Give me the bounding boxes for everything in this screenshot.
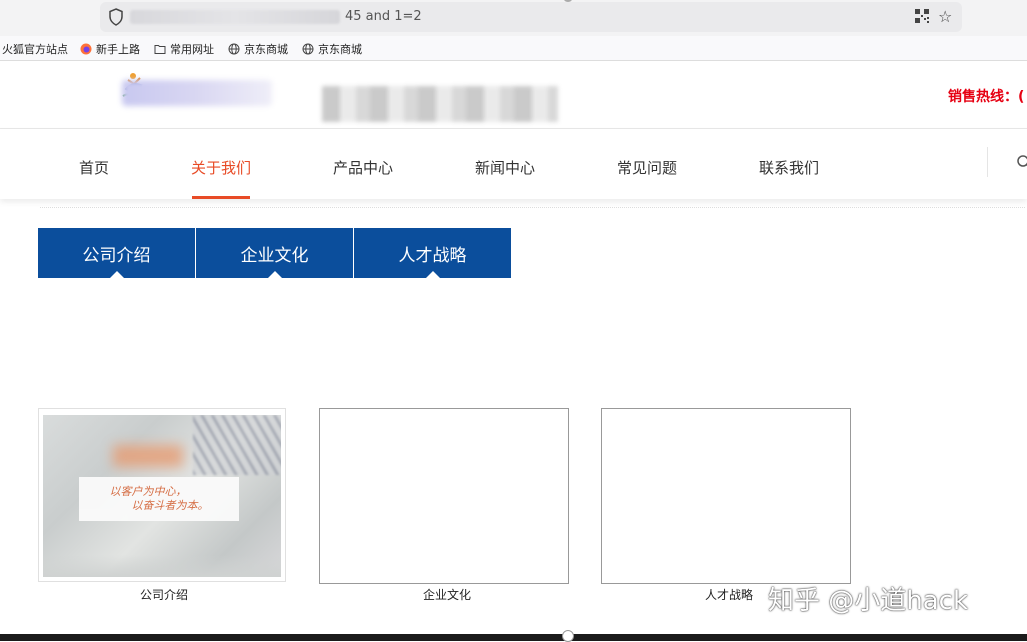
scroll-indicator xyxy=(562,630,574,642)
globe-icon xyxy=(228,43,240,55)
company-intro-image: 以客户为中心， 以奋斗者为本。 xyxy=(43,415,281,577)
slogan-line-1: 以客户为中心， xyxy=(110,485,209,499)
about-tabs: 公司介绍 企业文化 人才战略 xyxy=(38,228,512,278)
bookmark-label: 常用网址 xyxy=(170,41,214,57)
folder-icon xyxy=(154,43,166,55)
bookmark-common-sites[interactable]: 常用网址 xyxy=(154,41,214,57)
site-logo[interactable] xyxy=(112,70,282,118)
nav-item-contact[interactable]: 联系我们 xyxy=(759,157,819,178)
bookmark-jd-1[interactable]: 京东商城 xyxy=(228,41,288,57)
tab-talent-strategy[interactable]: 人才战略 xyxy=(354,228,511,278)
image-decoration xyxy=(43,555,281,577)
search-icon[interactable] xyxy=(1016,154,1027,170)
card-image-frame xyxy=(319,408,569,584)
url-text[interactable]: 45 and 1=2 xyxy=(345,9,422,24)
image-decoration xyxy=(113,445,183,467)
firefox-icon xyxy=(80,43,92,55)
nav-item-products[interactable]: 产品中心 xyxy=(333,157,393,178)
image-decoration xyxy=(193,415,281,475)
taskbar-edge xyxy=(0,634,1027,641)
slogan-line-2: 以奋斗者为本。 xyxy=(110,499,209,513)
nav-item-about[interactable]: 关于我们 xyxy=(191,157,251,178)
card-caption[interactable]: 企业文化 xyxy=(423,586,471,603)
bookmark-firefox-official[interactable]: 火狐官方站点 xyxy=(2,41,68,57)
blurred-logo-text xyxy=(122,80,272,106)
bookmarks-bar: 火狐官方站点 新手上路 常用网址 京东商城 京东商城 xyxy=(0,36,1027,60)
tab-corporate-culture[interactable]: 企业文化 xyxy=(196,228,353,278)
sales-hotline: 销售热线：( xyxy=(948,86,1024,106)
bookmark-label: 京东商城 xyxy=(244,41,288,57)
address-bar[interactable]: 45 and 1=2 ☆ xyxy=(100,2,962,32)
shield-icon[interactable] xyxy=(108,8,124,26)
divider xyxy=(987,147,988,177)
active-nav-underline xyxy=(192,196,250,199)
tab-company-intro[interactable]: 公司介绍 xyxy=(38,228,195,278)
nav-item-home[interactable]: 首页 xyxy=(79,157,109,178)
card-caption[interactable]: 公司介绍 xyxy=(140,586,188,603)
blurred-url xyxy=(130,10,340,24)
divider xyxy=(40,207,1025,208)
card-caption[interactable]: 人才战略 xyxy=(705,586,753,603)
nav-item-faq[interactable]: 常见问题 xyxy=(617,157,677,178)
divider xyxy=(0,60,1027,61)
card-image-frame xyxy=(601,408,851,584)
main-nav: 首页 关于我们 产品中心 新闻中心 常见问题 联系我们 xyxy=(0,129,1027,199)
browser-toolbar: 45 and 1=2 ☆ xyxy=(0,0,1027,36)
bookmark-label: 新手上路 xyxy=(96,41,140,57)
bookmark-getting-started[interactable]: 新手上路 xyxy=(80,41,140,57)
zhihu-watermark: 知乎 @小道hack xyxy=(768,580,968,617)
blurred-company-name xyxy=(322,86,558,122)
card-image-frame: 以客户为中心， 以奋斗者为本。 xyxy=(38,408,286,582)
bookmark-star-icon[interactable]: ☆ xyxy=(938,7,952,26)
bookmark-label: 京东商城 xyxy=(318,41,362,57)
bookmark-jd-2[interactable]: 京东商城 xyxy=(302,41,362,57)
qr-code-icon[interactable] xyxy=(915,9,929,23)
nav-item-news[interactable]: 新闻中心 xyxy=(475,157,535,178)
image-slogan-card: 以客户为中心， 以奋斗者为本。 xyxy=(79,477,239,521)
bookmark-label: 火狐官方站点 xyxy=(2,41,68,57)
globe-icon xyxy=(302,43,314,55)
